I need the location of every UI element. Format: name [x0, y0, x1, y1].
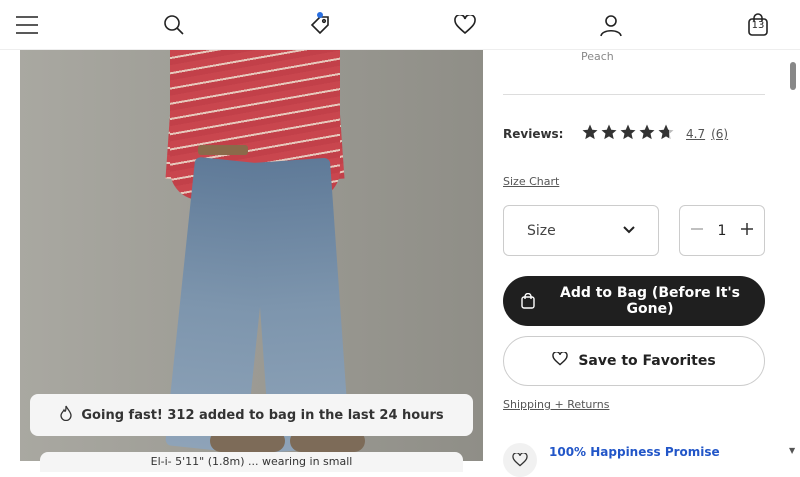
heart-hand-icon: [503, 443, 537, 477]
review-count: (6): [711, 127, 729, 141]
star-icon: [582, 124, 598, 140]
size-chart-link[interactable]: Size Chart: [503, 175, 559, 188]
quantity-value: 1: [717, 222, 727, 239]
star-icon: [620, 124, 636, 140]
bag-icon[interactable]: 13: [743, 10, 773, 40]
scrollbar[interactable]: ▼: [787, 50, 800, 461]
quantity-stepper[interactable]: 1: [679, 205, 765, 256]
scrollbar-thumb[interactable]: [790, 62, 796, 90]
size-placeholder: Size: [527, 222, 556, 239]
divider: [503, 94, 765, 95]
happiness-promise[interactable]: 100% Happiness Promise: [503, 443, 720, 477]
bag-icon: [503, 293, 553, 309]
heart-icon[interactable]: [450, 10, 480, 40]
add-to-bag-button[interactable]: Add to Bag (Before It's Gone): [503, 276, 765, 326]
save-to-favorites-button[interactable]: Save to Favorites: [503, 336, 765, 386]
chevron-down-icon: [622, 223, 636, 239]
color-name: Peach: [581, 50, 614, 63]
add-to-bag-label: Add to Bag (Before It's Gone): [559, 285, 741, 317]
happiness-promise-text: 100% Happiness Promise: [549, 445, 720, 459]
reviews-label: Reviews:: [503, 127, 564, 141]
increase-quantity-button[interactable]: [740, 220, 754, 241]
rating-value: 4.7: [686, 127, 706, 141]
shipping-returns-link[interactable]: Shipping + Returns: [503, 398, 609, 411]
notification-dot: [317, 12, 323, 18]
star-icon: [639, 124, 655, 140]
size-select[interactable]: Size: [503, 205, 659, 256]
star-rating[interactable]: [581, 123, 675, 141]
top-nav: 13: [0, 0, 800, 50]
save-to-favorites-label: Save to Favorites: [578, 353, 716, 369]
menu-icon[interactable]: [12, 10, 42, 40]
search-icon[interactable]: [159, 10, 189, 40]
tag-icon[interactable]: [305, 10, 335, 40]
model-info-banner: El-i- 5'11" (1.8m) ... wearing in small: [40, 452, 463, 472]
rating-link[interactable]: 4.7 (6): [686, 127, 728, 141]
scroll-down-arrow[interactable]: ▼: [789, 446, 795, 455]
star-icon: [601, 124, 617, 140]
user-icon[interactable]: [596, 10, 626, 40]
decrease-quantity-button[interactable]: [690, 221, 704, 240]
star-half-icon: [658, 124, 674, 140]
going-fast-text: Going fast! 312 added to bag in the last…: [81, 407, 444, 423]
going-fast-banner: Going fast! 312 added to bag in the last…: [30, 394, 473, 436]
bag-count: 13: [751, 20, 765, 31]
flame-icon: [59, 405, 73, 425]
heart-icon: [552, 351, 569, 370]
